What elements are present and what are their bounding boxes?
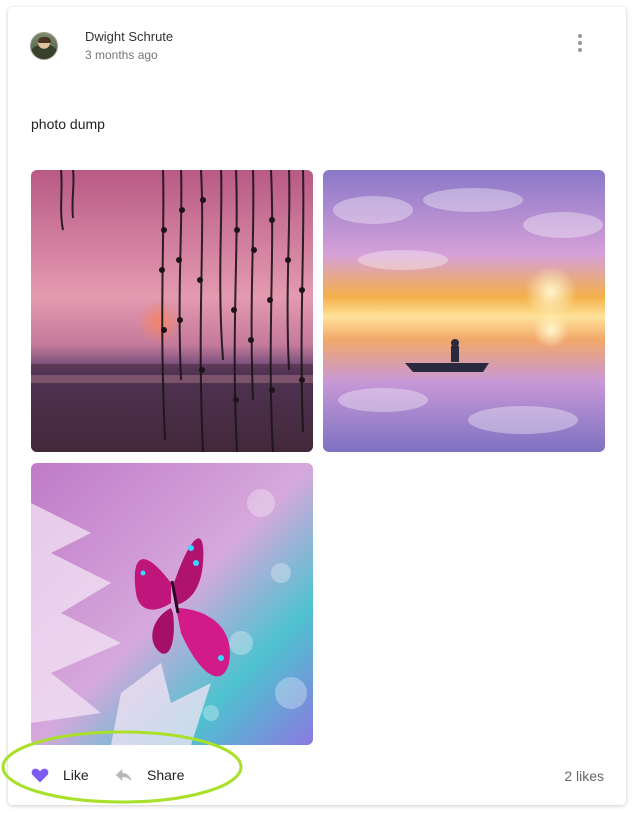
more-vertical-icon: [578, 34, 582, 38]
more-options-button[interactable]: [570, 31, 590, 55]
heart-icon: [31, 768, 49, 783]
share-button[interactable]: Share: [114, 762, 184, 788]
author-name[interactable]: Dwight Schrute: [85, 29, 173, 44]
avatar[interactable]: [30, 32, 58, 60]
like-label: Like: [63, 767, 89, 783]
reply-arrow-icon: [115, 769, 132, 782]
post-photo-3[interactable]: [31, 463, 313, 745]
post-photo-1[interactable]: [31, 170, 313, 452]
like-button[interactable]: Like: [30, 762, 89, 788]
post-timestamp: 3 months ago: [85, 48, 158, 62]
share-label: Share: [147, 767, 185, 783]
post-photo-2[interactable]: [323, 170, 605, 452]
post-text: photo dump: [31, 116, 105, 132]
likes-count[interactable]: 2 likes: [564, 768, 604, 784]
post-card: Dwight Schrute 3 months ago photo dump L…: [8, 7, 626, 805]
